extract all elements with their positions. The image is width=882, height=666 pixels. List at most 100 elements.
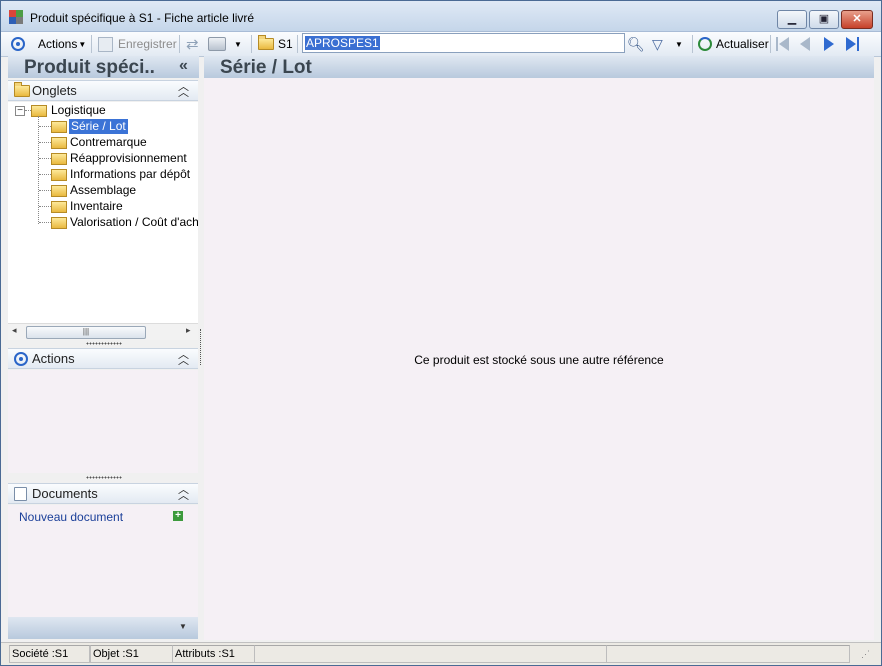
maximize-icon: ▣	[818, 13, 830, 25]
info-message: Ce produit est stocké sous une autre réf…	[414, 353, 664, 367]
new-document-link[interactable]: Nouveau document	[19, 510, 123, 524]
folder-icon	[51, 217, 67, 229]
next-record-button[interactable]	[822, 36, 836, 52]
app-icon	[9, 10, 23, 24]
filter-icon: ▽	[652, 35, 663, 52]
refresh-icon	[698, 37, 712, 51]
collapse-chevron-icon[interactable]: ︿ ︿	[178, 82, 189, 99]
tree-line	[38, 116, 39, 224]
splitter-grip[interactable]	[86, 476, 122, 479]
folder-icon	[51, 153, 67, 165]
splitter-grip[interactable]	[86, 342, 122, 345]
minimize-icon: ▁	[787, 13, 797, 25]
tree-item-reapprovisionnement[interactable]: Réapprovisionnement	[70, 151, 198, 166]
tree-line	[39, 190, 51, 191]
tree-item-inventaire[interactable]: Inventaire	[70, 199, 198, 214]
filter-dropdown-button[interactable]: ▼	[675, 35, 683, 53]
collapse-chevron-icon[interactable]: ︿ ︿	[178, 350, 189, 367]
tree-item-contremarque[interactable]: Contremarque	[70, 135, 198, 150]
company-folder-button[interactable]: S1	[258, 35, 293, 53]
tree-item-informations-depot[interactable]: Informations par dépôt	[70, 167, 198, 182]
tree-item-serie-lot[interactable]: Série / Lot	[69, 119, 128, 134]
tree-item-assemblage[interactable]: Assemblage	[70, 183, 198, 198]
tree-horizontal-scrollbar[interactable]: ◂ ||| ▸	[8, 323, 198, 340]
document-icon	[14, 487, 27, 501]
maximize-button[interactable]: ▣	[809, 10, 839, 29]
expand-panel-icon[interactable]: ▼	[179, 622, 187, 631]
first-record-arrow	[779, 37, 789, 51]
tabs-section-label: Onglets	[32, 83, 77, 98]
folder-icon	[51, 137, 67, 149]
sidebar-footer-bar: ▼	[8, 617, 198, 639]
main-content: Série / Lot Ce produit est stocké sous u…	[204, 56, 874, 640]
grip-icon: |||	[82, 327, 90, 336]
print-dropdown-button[interactable]: ▼	[234, 35, 242, 53]
scroll-right-icon[interactable]: ▸	[186, 325, 191, 336]
last-record-button[interactable]	[845, 36, 861, 52]
toolbar-separator	[692, 35, 693, 53]
save-button-label: Enregistrer	[118, 37, 177, 51]
folder-icon	[51, 185, 67, 197]
refresh-button[interactable]: Actualiser	[698, 35, 769, 53]
tree-root-logistique[interactable]: Logistique	[51, 103, 179, 118]
main-header: Série / Lot	[204, 56, 874, 78]
search-button[interactable]: 🔍︎	[627, 35, 645, 53]
resize-grip-icon[interactable]: ⋰	[861, 649, 870, 660]
first-record-icon	[776, 37, 778, 51]
previous-record-button[interactable]	[798, 36, 812, 52]
close-icon: ✕	[852, 13, 862, 25]
actions-menu-button[interactable]: Actions ▼	[38, 35, 86, 53]
search-input-value: APROSPES1	[305, 36, 380, 50]
tree-line	[39, 174, 51, 175]
open-folder-icon	[51, 121, 67, 133]
tabs-section-header[interactable]: Onglets ︿ ︿	[8, 80, 198, 101]
toolbar-separator	[179, 35, 180, 53]
page-title: Série / Lot	[220, 57, 312, 78]
dropdown-arrow-icon: ▼	[234, 39, 242, 49]
filter-button[interactable]: ▽	[652, 35, 663, 53]
sync-icon: ⇄	[186, 36, 199, 53]
actions-icon-button[interactable]	[11, 35, 25, 53]
status-attributes: Attributs :S1	[172, 645, 255, 663]
last-record-arrow	[846, 37, 856, 51]
sidebar-title-bar: Produit spéci.. «	[8, 56, 199, 78]
toolbar-separator	[297, 35, 298, 53]
vertical-splitter[interactable]	[200, 329, 203, 365]
documents-section-header[interactable]: Documents ︿ ︿	[8, 483, 198, 504]
print-button[interactable]	[208, 35, 226, 53]
minimize-button[interactable]: ▁	[777, 10, 807, 29]
actions-section-icon	[14, 352, 28, 366]
save-button[interactable]: Enregistrer	[98, 35, 177, 53]
tree-line	[39, 126, 51, 127]
tabs-folder-icon	[14, 82, 30, 97]
tree-line	[39, 142, 51, 143]
status-company: Société :S1	[9, 645, 90, 663]
close-button[interactable]: ✕	[841, 10, 873, 29]
search-input[interactable]: APROSPES1	[302, 33, 625, 53]
documents-section-label: Documents	[32, 486, 98, 501]
tabs-tree: − Logistique Série / Lot Contremarque Ré…	[8, 102, 198, 325]
dropdown-arrow-icon: ▼	[78, 39, 87, 49]
actions-section-header[interactable]: Actions ︿ ︿	[8, 348, 198, 369]
collapse-chevron-icon[interactable]: ︿ ︿	[178, 485, 189, 502]
refresh-label: Actualiser	[716, 37, 769, 51]
next-record-icon	[824, 37, 834, 51]
sidebar: Produit spéci.. « Onglets ︿ ︿ − Logistiqu…	[8, 56, 199, 640]
actions-menu-label: Actions	[38, 37, 78, 51]
status-empty-cell	[606, 645, 850, 663]
toolbar-separator	[251, 35, 252, 53]
previous-record-icon	[800, 37, 810, 51]
scrollbar-thumb[interactable]: |||	[26, 326, 146, 339]
tree-expander-icon[interactable]: −	[15, 106, 25, 116]
tree-item-valorisation[interactable]: Valorisation / Coût d'achat	[70, 215, 198, 230]
actions-circle-icon	[11, 37, 25, 51]
actions-panel	[8, 370, 198, 473]
documents-panel: Nouveau document +	[8, 505, 198, 617]
add-document-icon[interactable]: +	[173, 511, 183, 521]
logistique-folder-icon	[31, 105, 47, 117]
sync-button[interactable]: ⇄	[186, 35, 199, 53]
first-record-button[interactable]	[775, 36, 791, 52]
scroll-left-icon[interactable]: ◂	[12, 325, 17, 336]
collapse-sidebar-icon[interactable]: «	[179, 57, 188, 75]
status-object: Objet :S1	[90, 645, 173, 663]
